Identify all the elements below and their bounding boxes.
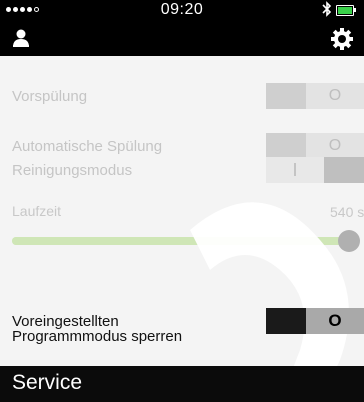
reinigungsmodus-toggle[interactable]: I <box>266 157 364 183</box>
status-bar: 09:20 <box>0 0 364 20</box>
user-icon[interactable] <box>11 28 31 48</box>
toggle-state-text: O <box>306 83 364 109</box>
gear-icon[interactable] <box>330 27 354 51</box>
battery-icon <box>336 5 356 16</box>
toggle-state-text: O <box>306 308 364 334</box>
vorspuelung-toggle[interactable]: O <box>266 83 364 109</box>
lock-program-mode-label: Voreingestellten Programmmodus sperren <box>12 314 182 344</box>
top-bar <box>0 20 364 56</box>
setting-label: Reinigungsmodus <box>12 162 133 179</box>
runtime-slider-knob[interactable] <box>338 230 360 252</box>
runtime-slider-fill <box>12 237 352 245</box>
lock-program-mode-toggle[interactable]: O <box>266 308 364 334</box>
runtime-value: 540 s <box>330 204 364 220</box>
setting-label: Vorspülung <box>12 88 88 105</box>
service-bar[interactable]: Service <box>0 366 364 402</box>
setting-row-vorspuelung: Vorspülung O <box>0 76 364 116</box>
runtime-slider-track[interactable] <box>12 237 352 245</box>
bluetooth-icon <box>322 1 332 21</box>
lock-label-line2: Programmmodus sperren <box>12 328 183 345</box>
setting-row-reinigungsmodus: Reinigungsmodus I <box>0 152 364 192</box>
lock-label-line1: Voreingestellten <box>12 313 119 330</box>
toggle-state-text: I <box>266 157 324 183</box>
runtime-label: Laufzeit <box>12 203 62 219</box>
status-time: 09:20 <box>160 1 204 18</box>
service-label: Service <box>12 371 83 394</box>
